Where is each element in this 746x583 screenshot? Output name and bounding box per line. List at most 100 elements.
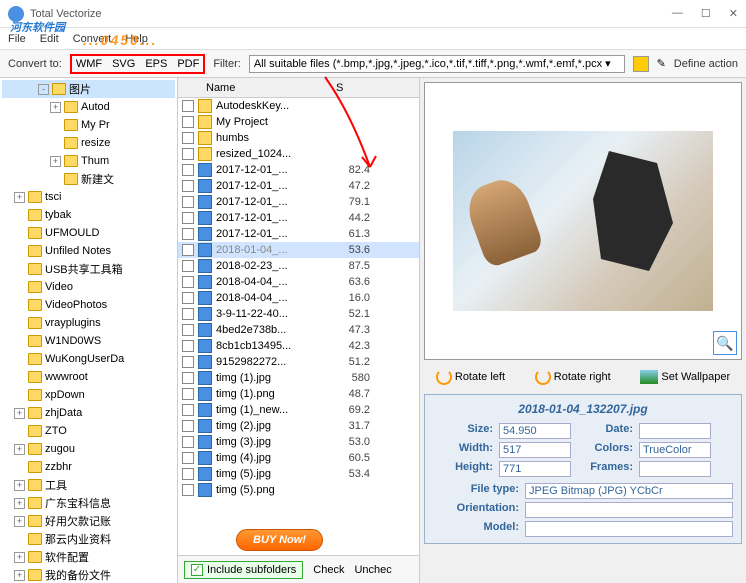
file-checkbox[interactable] [182,244,194,256]
file-list-header[interactable]: Name S [178,78,419,98]
tree-item[interactable]: +我的备份文件 [2,566,175,583]
file-row[interactable]: 2017-12-01_...79.1 [178,194,419,210]
file-checkbox[interactable] [182,276,194,288]
file-row[interactable]: timg (1)_new...69.2 [178,402,419,418]
file-checkbox[interactable] [182,388,194,400]
rotate-left-button[interactable]: Rotate left [436,369,505,385]
tree-item[interactable]: +广东宝科信息 [2,494,175,512]
uncheck-all-button[interactable]: Unchec [354,564,391,576]
set-wallpaper-button[interactable]: Set Wallpaper [640,370,730,384]
file-checkbox[interactable] [182,116,194,128]
file-checkbox[interactable] [182,212,194,224]
file-checkbox[interactable] [182,228,194,240]
tree-item[interactable]: VideoPhotos [2,296,175,314]
column-size[interactable]: S [336,82,343,94]
file-row[interactable]: resized_1024... [178,146,419,162]
file-checkbox[interactable] [182,324,194,336]
folder-tree[interactable]: -图片+AutodMy Prresize+Thum新建文+tscitybakUF… [0,78,178,583]
file-row[interactable]: timg (1).png48.7 [178,386,419,402]
file-row[interactable]: My Project [178,114,419,130]
buy-now-button[interactable]: BUY Now! [236,529,323,551]
tree-item[interactable]: WuKongUserDa [2,350,175,368]
expand-icon[interactable]: + [14,408,25,419]
expand-icon[interactable]: + [14,192,25,203]
expand-icon[interactable]: + [50,102,61,113]
file-row[interactable]: 2017-12-01_...44.2 [178,210,419,226]
column-name[interactable]: Name [206,82,336,94]
file-row[interactable]: 2017-12-01_...61.3 [178,226,419,242]
menu-edit[interactable]: Edit [40,33,59,45]
file-row[interactable]: timg (3).jpg53.0 [178,434,419,450]
file-checkbox[interactable] [182,468,194,480]
file-checkbox[interactable] [182,148,194,160]
tree-item[interactable]: +tsci [2,188,175,206]
tree-item[interactable]: 那云内业资料 [2,530,175,548]
file-checkbox[interactable] [182,180,194,192]
tree-item[interactable]: -图片 [2,80,175,98]
expand-icon[interactable]: - [38,84,49,95]
file-row[interactable]: 4bed2e738b...47.3 [178,322,419,338]
tree-item[interactable]: UFMOULD [2,224,175,242]
tree-item[interactable]: Unfiled Notes [2,242,175,260]
close-button[interactable]: ✕ [729,7,738,20]
tree-item[interactable]: 新建文 [2,170,175,188]
file-row[interactable]: timg (4).jpg60.5 [178,450,419,466]
expand-icon[interactable]: + [14,480,25,491]
menu-convert[interactable]: Convert [73,33,112,45]
file-checkbox[interactable] [182,372,194,384]
tree-item[interactable]: zzbhr [2,458,175,476]
format-svg[interactable]: SVG [112,58,135,70]
file-row[interactable]: AutodeskKey... [178,98,419,114]
tree-item[interactable]: Video [2,278,175,296]
file-row[interactable]: 9152982272...51.2 [178,354,419,370]
file-row[interactable]: timg (5).png [178,482,419,498]
file-row[interactable]: 2018-04-04_...16.0 [178,290,419,306]
file-row[interactable]: 8cb1cb13495...42.3 [178,338,419,354]
file-row[interactable]: 2017-12-01_...82.4 [178,162,419,178]
expand-icon[interactable]: + [14,444,25,455]
tree-item[interactable]: My Pr [2,116,175,134]
file-row[interactable]: 2018-04-04_...63.6 [178,274,419,290]
filter-go-button[interactable] [633,56,649,72]
tree-item[interactable]: +zugou [2,440,175,458]
rotate-right-button[interactable]: Rotate right [535,369,611,385]
check-all-button[interactable]: Check [313,564,344,576]
tree-item[interactable]: vrayplugins [2,314,175,332]
file-checkbox[interactable] [182,132,194,144]
file-row[interactable]: 2018-02-23_...87.5 [178,258,419,274]
file-checkbox[interactable] [182,436,194,448]
maximize-button[interactable]: ☐ [701,7,711,20]
minimize-button[interactable]: — [672,7,683,20]
file-row[interactable]: timg (1).jpg580 [178,370,419,386]
file-checkbox[interactable] [182,356,194,368]
file-checkbox[interactable] [182,404,194,416]
format-pdf[interactable]: PDF [177,58,199,70]
tree-item[interactable]: +zhjData [2,404,175,422]
file-list[interactable]: AutodeskKey...My Projecthumbsresized_102… [178,98,419,555]
tree-item[interactable]: tybak [2,206,175,224]
menu-help[interactable]: Help [125,33,148,45]
define-action-button[interactable]: Define action [674,58,738,70]
file-checkbox[interactable] [182,164,194,176]
include-subfolders-toggle[interactable]: ✓ Include subfolders [184,561,303,579]
file-checkbox[interactable] [182,260,194,272]
tree-item[interactable]: +Autod [2,98,175,116]
expand-icon[interactable]: + [14,570,25,581]
file-checkbox[interactable] [182,196,194,208]
file-row[interactable]: timg (5).jpg53.4 [178,466,419,482]
format-wmf[interactable]: WMF [76,58,102,70]
tree-item[interactable]: W1ND0WS [2,332,175,350]
tree-item[interactable]: +Thum [2,152,175,170]
file-row[interactable]: 2018-01-04_...53.6 [178,242,419,258]
file-row[interactable]: 3-9-11-22-40...52.1 [178,306,419,322]
tree-item[interactable]: wwwroot [2,368,175,386]
expand-icon[interactable]: + [14,498,25,509]
tree-item[interactable]: resize [2,134,175,152]
expand-icon[interactable]: + [14,516,25,527]
expand-icon[interactable]: + [14,552,25,563]
file-checkbox[interactable] [182,308,194,320]
file-checkbox[interactable] [182,452,194,464]
zoom-button[interactable]: 🔍 [713,331,737,355]
tree-item[interactable]: +好用欠款记账 [2,512,175,530]
tree-item[interactable]: +工具 [2,476,175,494]
